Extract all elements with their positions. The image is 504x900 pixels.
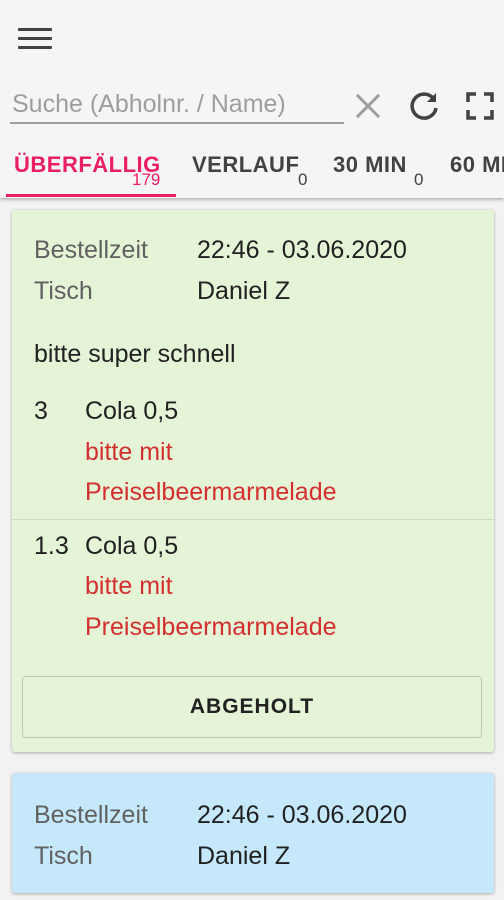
item-name: Cola 0,5 [85, 532, 179, 560]
fullscreen-icon[interactable] [462, 88, 498, 124]
item-comment: Preiselbeermarmelade [85, 478, 337, 506]
item-divider [12, 519, 494, 520]
search-bar [0, 78, 504, 132]
order-time-value: 22:46 - 03.06.2020 [197, 801, 407, 829]
tab-count-badge: 0 [298, 170, 308, 189]
tab-count-badge: 179 [132, 170, 161, 189]
table-value: Daniel Z [197, 842, 291, 870]
order-time-value: 22:46 - 03.06.2020 [197, 236, 407, 264]
order-card: Bestellzeit 22:46 - 03.06.2020 Tisch Dan… [12, 210, 494, 752]
tab-overdue[interactable]: ÜBERFÄLLIG 179 [0, 132, 180, 198]
item-quantity: 1.3 [34, 532, 69, 560]
table-label: Tisch [34, 277, 93, 305]
item-comment: bitte mit [85, 572, 173, 600]
tab-label: VERLAUF [192, 152, 300, 177]
tab-30-min[interactable]: 30 MIN 0 [320, 132, 442, 198]
table-label: Tisch [34, 842, 93, 870]
search-input[interactable] [10, 86, 344, 124]
active-tab-indicator [6, 194, 176, 197]
refresh-icon[interactable] [406, 88, 442, 124]
picked-up-button[interactable]: ABGEHOLT [22, 676, 482, 738]
tab-history[interactable]: VERLAUF 0 [180, 132, 320, 198]
menu-icon[interactable] [18, 28, 52, 52]
item-comment: bitte mit [85, 438, 173, 466]
order-time-label: Bestellzeit [34, 236, 148, 264]
item-name: Cola 0,5 [85, 397, 179, 425]
item-quantity: 3 [34, 397, 48, 425]
order-card: Bestellzeit 22:46 - 03.06.2020 Tisch Dan… [12, 773, 494, 893]
tab-bar: ÜBERFÄLLIG 179 VERLAUF 0 30 MIN 0 60 MIN [0, 132, 504, 198]
tab-label: 60 MIN [450, 152, 504, 177]
item-comment: Preiselbeermarmelade [85, 613, 337, 641]
tab-label: 30 MIN [333, 152, 407, 177]
tab-count-badge: 0 [414, 170, 424, 189]
order-time-label: Bestellzeit [34, 801, 148, 829]
close-icon[interactable] [350, 88, 386, 124]
table-value: Daniel Z [197, 277, 291, 305]
tab-60-min[interactable]: 60 MIN [442, 132, 504, 198]
app-bar [0, 0, 504, 78]
order-note: bitte super schnell [34, 340, 236, 368]
